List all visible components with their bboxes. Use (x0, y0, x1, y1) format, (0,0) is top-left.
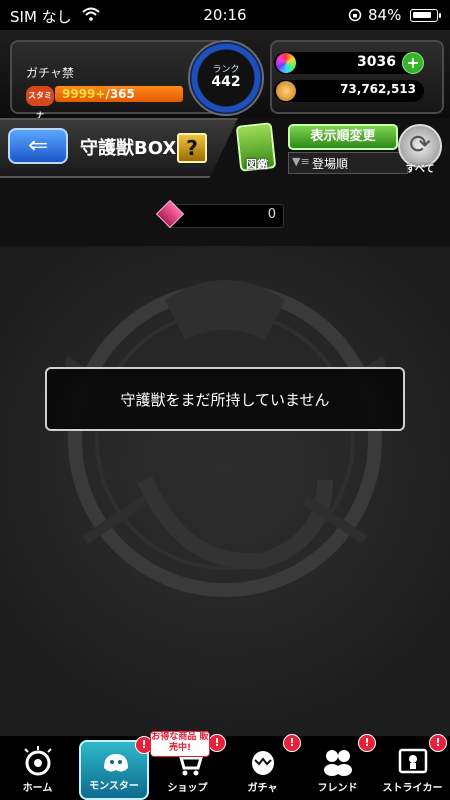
nav-home[interactable]: ホーム (0, 740, 75, 800)
battery-icon (410, 9, 441, 22)
dragon-emblem-icon (65, 280, 385, 597)
nav-home-label: ホーム (22, 783, 53, 794)
sort-order-label: 登場順 (312, 157, 349, 171)
nav-gacha-label: ガチャ (247, 783, 278, 794)
home-icon (24, 746, 52, 776)
battery-percent: 84% (368, 6, 402, 24)
notification-badge: ! (358, 734, 376, 752)
notification-badge: ! (429, 734, 447, 752)
nav-friend[interactable]: フレンド ! (300, 734, 376, 800)
add-orb-button[interactable]: + (402, 52, 424, 74)
monster-icon (104, 754, 128, 772)
count-value: 0 (267, 207, 276, 222)
rotation-lock-icon (348, 8, 362, 22)
notification-badge: ! (283, 734, 301, 752)
stamina-current: 9999+ (62, 87, 106, 101)
nav-striker[interactable]: ストライカー ! (375, 734, 450, 800)
nav-striker-label: ストライカー (382, 783, 443, 794)
page-title: 守護獣BOX (80, 138, 177, 159)
battery-fill (413, 12, 431, 18)
filter-icon: ▼≡ (292, 155, 310, 168)
stamina-icon: スタミナ (26, 86, 54, 120)
orb-count: 3036 (357, 54, 396, 70)
player-name: ガチャ禁 (26, 66, 74, 80)
friends-icon (324, 750, 352, 776)
striker-card-icon (398, 748, 428, 774)
nav-shop-label: ショップ (167, 783, 208, 794)
gacha-egg-icon (252, 751, 274, 775)
status-bar: SIM なし 20:16 84% (0, 0, 450, 30)
nav-friend-label: フレンド (317, 783, 358, 794)
gold-count: 73,762,513 (340, 82, 416, 96)
help-button[interactable]: ? (177, 133, 207, 163)
sort-change-button[interactable]: 表示順変更 (288, 124, 398, 150)
shop-promo-badge: お得な商品 販売中! (150, 731, 210, 757)
back-button[interactable]: ⇐ (8, 128, 68, 164)
nav-monster-label: モンスター (89, 781, 139, 792)
rank-value: 442 (211, 74, 241, 90)
gold-coin-icon (276, 81, 296, 101)
stamina-max: /365 (105, 87, 135, 101)
empty-message: 守護獣をまだ所持していません (120, 391, 330, 409)
nav-gacha[interactable]: ガチャ ! (225, 734, 301, 800)
stamina-value: 9999+/365 (62, 87, 135, 101)
zukan-label: 図鑑 (246, 158, 268, 171)
orb-icon (276, 53, 296, 73)
all-label: すべて (405, 164, 435, 175)
notification-badge: ! (208, 734, 226, 752)
nav-monster[interactable]: モンスター ! (79, 736, 153, 800)
